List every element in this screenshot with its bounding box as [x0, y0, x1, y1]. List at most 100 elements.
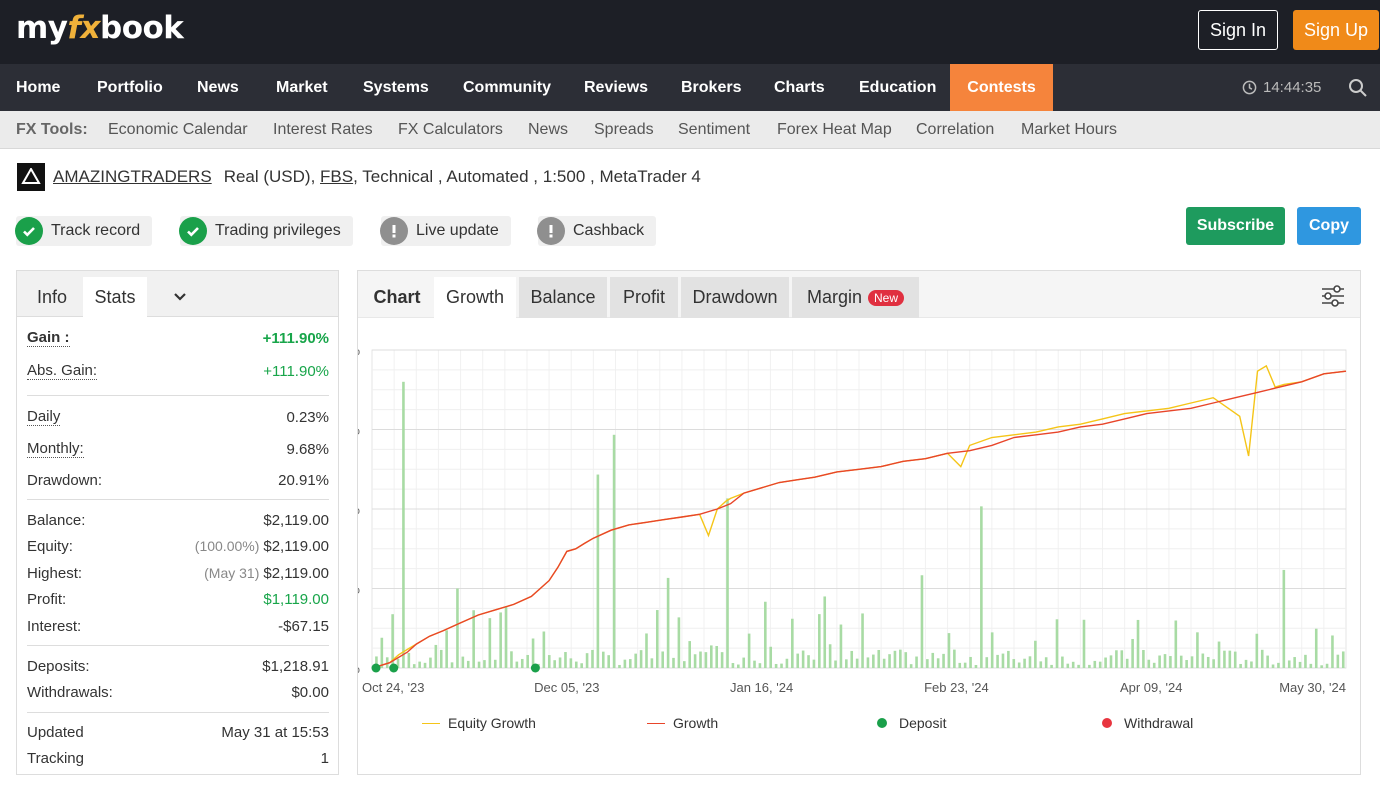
tab-growth[interactable]: Growth [434, 277, 516, 318]
activity-bar [1239, 663, 1242, 668]
sign-in-button[interactable]: Sign In [1198, 10, 1278, 50]
account-name[interactable]: AMAZINGTRADERS [53, 167, 212, 187]
activity-bar [704, 652, 708, 668]
nav-portfolio[interactable]: Portfolio [97, 64, 163, 111]
legend-equity-growth[interactable]: Equity Growth [422, 713, 536, 733]
server-clock: 14:44:35 [1242, 64, 1321, 111]
stat-value: $0.00 [291, 683, 329, 701]
legend-withdrawal[interactable]: Withdrawal [1102, 713, 1193, 733]
stat-value: $2,119.00 [263, 537, 329, 555]
tab-profit[interactable]: Profit [610, 277, 678, 318]
activity-bar [688, 641, 692, 668]
y-tick-label: 120% [358, 343, 360, 358]
activity-bar [1023, 658, 1026, 668]
stat-value: $1,218.91 [262, 657, 329, 675]
activity-bar [477, 661, 481, 668]
activity-bar [693, 654, 697, 668]
activity-bar [650, 658, 654, 668]
chevron-down-icon[interactable] [165, 277, 195, 317]
subnav-interest-rates[interactable]: Interest Rates [273, 111, 373, 149]
nav-brokers[interactable]: Brokers [681, 64, 741, 111]
legend-swatch [877, 718, 887, 728]
activity-bar [645, 633, 648, 668]
activity-bar [1115, 650, 1118, 668]
subnav-economic-calendar[interactable]: Economic Calendar [108, 111, 248, 149]
x-tick-label: Oct 24, '23 [362, 680, 424, 695]
nav-community[interactable]: Community [463, 64, 551, 111]
tab-margin[interactable]: Margin New [792, 277, 919, 318]
subnav-spreads[interactable]: Spreads [594, 111, 654, 149]
account-broker[interactable]: FBS [320, 167, 353, 187]
nav-charts[interactable]: Charts [774, 64, 825, 111]
y-tick-label: 30% [358, 582, 360, 597]
activity-bar [1244, 659, 1248, 668]
activity-bar [526, 654, 529, 668]
tab-margin-label: Margin [806, 287, 862, 307]
stat-label[interactable]: Gain : [27, 329, 70, 347]
activity-bar [531, 638, 535, 668]
activity-bar [931, 652, 935, 668]
myfxbook-logo[interactable]: myfxbook [16, 10, 184, 46]
stat-value: 9.68% [286, 440, 329, 458]
nav-education[interactable]: Education [859, 64, 936, 111]
badge-cashback[interactable]: Cashback [537, 216, 657, 246]
stat-label: Interest: [27, 617, 82, 635]
activity-bar [1163, 654, 1167, 668]
nav-home[interactable]: Home [16, 64, 60, 111]
activity-bar [888, 654, 891, 668]
badge-live-update[interactable]: Live update [380, 216, 511, 246]
badge-trading-privileges[interactable]: Trading privileges [179, 216, 353, 246]
activity-bar [1125, 658, 1129, 668]
activity-bar [504, 607, 508, 668]
legend-deposit[interactable]: Deposit [877, 713, 946, 733]
subnav-fx-calculators[interactable]: FX Calculators [398, 111, 503, 149]
activity-bar [1174, 620, 1178, 668]
activity-bar [882, 658, 886, 668]
tab-balance[interactable]: Balance [519, 277, 607, 318]
legend-label: Deposit [899, 715, 947, 731]
stat-label[interactable]: Abs. Gain: [27, 362, 98, 380]
activity-bar [445, 630, 448, 668]
copy-button[interactable]: Copy [1297, 207, 1361, 245]
clock-time: 14:44:35 [1263, 79, 1322, 96]
activity-bar [628, 659, 632, 668]
stat-value: $2,119.00 [263, 564, 329, 582]
subscribe-button[interactable]: Subscribe [1186, 207, 1285, 245]
stat-value: +111.90% [262, 329, 329, 347]
activity-bar [780, 663, 783, 668]
growth-chart[interactable]: 0% 30% 60% 90% 120% Oct 24, '23 Dec 05, '23 Jan… [358, 319, 1360, 704]
nav-contests[interactable]: Contests [950, 64, 1053, 111]
activity-bar [1093, 660, 1097, 668]
activity-bar [909, 664, 913, 668]
tab-drawdown[interactable]: Drawdown [681, 277, 789, 318]
search-button[interactable] [1335, 64, 1380, 111]
legend-growth[interactable]: Growth [647, 713, 718, 733]
stat-value: 20.91% [278, 471, 329, 489]
activity-bar [1320, 665, 1323, 668]
activity-bar [1293, 657, 1296, 668]
sign-up-button[interactable]: Sign Up [1293, 10, 1379, 50]
subnav-forex-heat-map[interactable]: Forex Heat Map [777, 111, 892, 149]
activity-bar [769, 646, 773, 668]
legend-swatch [1102, 718, 1112, 728]
subnav-news[interactable]: News [528, 111, 568, 149]
nav-market[interactable]: Market [276, 64, 328, 111]
stat-label[interactable]: Daily [27, 408, 61, 426]
activity-bar [1201, 653, 1205, 668]
subnav-correlation[interactable]: Correlation [916, 111, 994, 149]
activity-bar [1061, 656, 1064, 668]
activity-bar [926, 659, 929, 668]
badge-label: Track record [51, 222, 141, 239]
activity-bar [915, 656, 918, 668]
chart-settings-icon[interactable] [1320, 283, 1346, 309]
stat-label[interactable]: Monthly: [27, 440, 84, 458]
activity-bar [980, 506, 983, 668]
nav-reviews[interactable]: Reviews [584, 64, 648, 111]
tab-info[interactable]: Info [21, 277, 83, 317]
nav-news[interactable]: News [197, 64, 239, 111]
nav-systems[interactable]: Systems [363, 64, 429, 111]
subnav-market-hours[interactable]: Market Hours [1021, 111, 1117, 149]
subnav-sentiment[interactable]: Sentiment [678, 111, 750, 149]
badge-track-record[interactable]: Track record [15, 216, 153, 246]
tab-stats[interactable]: Stats [83, 277, 147, 317]
